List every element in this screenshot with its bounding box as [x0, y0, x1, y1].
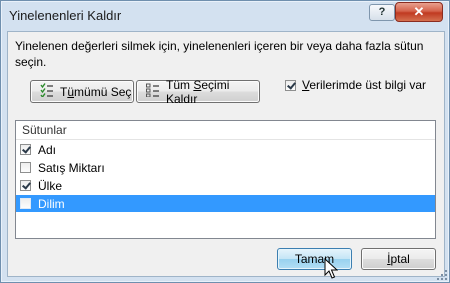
column-item[interactable]: Ülke	[16, 177, 435, 194]
dialog-body: Yinelenen değerleri silmek için, yinelen…	[7, 31, 445, 277]
dialog-title: Yinelenenleri Kaldır	[9, 8, 122, 23]
ok-button[interactable]: Tamam	[277, 248, 352, 270]
list-icon	[146, 83, 160, 100]
instruction-text: Yinelenen değerleri silmek için, yinelen…	[15, 39, 424, 69]
unselect-all-label: Tüm Seçimi Kaldır	[166, 77, 230, 106]
cancel-button[interactable]: İptal	[361, 248, 436, 270]
unselect-all-button[interactable]: Tüm Seçimi Kaldır	[136, 77, 260, 106]
column-label: Satış Miktarı	[38, 160, 105, 175]
help-button[interactable]: ?	[369, 4, 395, 21]
header-row-label: Verilerimde üst bilgi var	[302, 78, 427, 92]
column-checkbox[interactable]	[20, 180, 31, 191]
select-all-label: Tümümü Seç	[60, 84, 132, 99]
column-item[interactable]: Adı	[16, 141, 435, 158]
column-label: Ülke	[38, 178, 63, 193]
column-item[interactable]: Satış Miktarı	[16, 159, 435, 176]
select-all-button[interactable]: Tümümü Seç	[30, 80, 134, 103]
column-checkbox[interactable]	[20, 198, 31, 209]
header-row-checkbox[interactable]	[285, 80, 296, 91]
column-checkbox[interactable]	[20, 162, 31, 173]
remove-duplicates-dialog: Yinelenenleri Kaldır ? ✕ Yinelenen değer…	[0, 0, 450, 283]
columns-header: Sütunlar	[16, 121, 435, 140]
columns-list: Sütunlar Adı Satış Miktarı Ülke Dilim	[15, 120, 436, 239]
title-bar: Yinelenenleri Kaldır ? ✕	[1, 1, 449, 30]
column-checkbox[interactable]	[20, 144, 31, 155]
checklist-icon	[40, 83, 54, 100]
resize-grip-icon[interactable]	[437, 270, 447, 280]
mouse-pointer-icon	[324, 258, 338, 279]
column-label: Adı	[38, 142, 57, 157]
column-label: Dilim	[38, 196, 65, 211]
column-item-selected[interactable]: Dilim	[16, 195, 435, 212]
close-button[interactable]: ✕	[395, 2, 443, 22]
